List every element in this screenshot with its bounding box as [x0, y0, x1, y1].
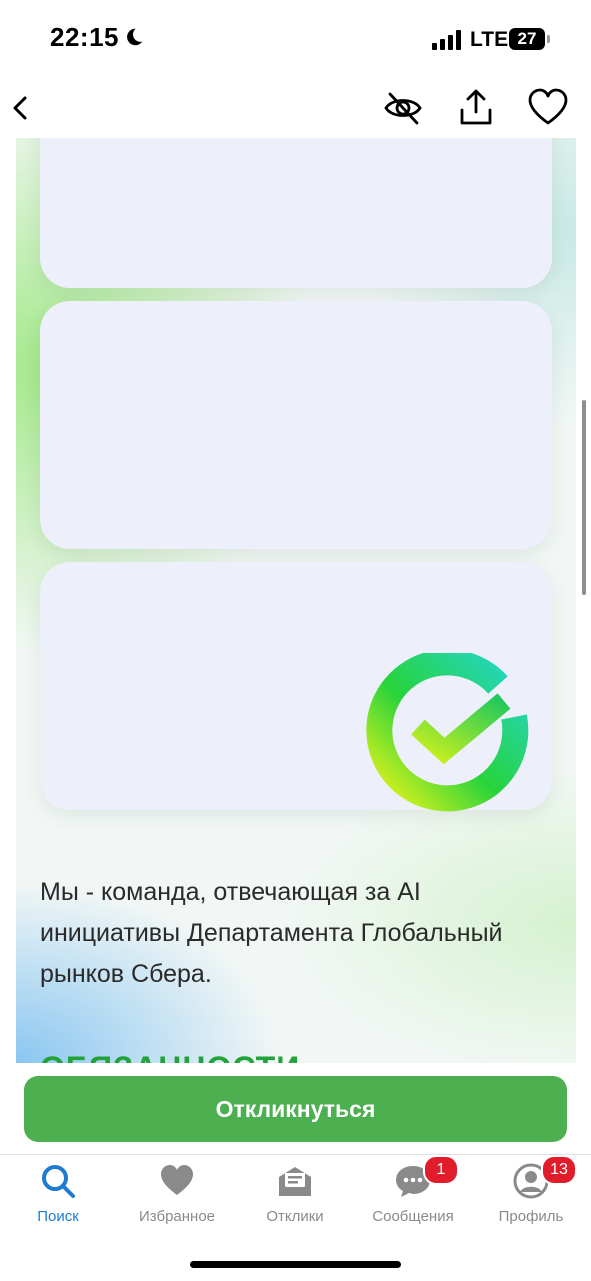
vacancy-content[interactable]: Мы - команда, отвечающая за AI инициатив… — [16, 138, 576, 1063]
network-type: LTE — [470, 28, 509, 51]
tab-label: Сообщения — [372, 1208, 454, 1225]
status-time: 22:15 — [50, 22, 119, 52]
tab-responses[interactable]: Отклики — [240, 1163, 350, 1233]
heart-icon — [161, 1165, 193, 1195]
section-heading: ОБЯЗАННОСТИ — [40, 1050, 300, 1063]
info-panel — [40, 138, 552, 288]
team-description: Мы - команда, отвечающая за AI инициатив… — [40, 878, 503, 988]
tab-search[interactable]: Поиск — [3, 1163, 113, 1233]
tab-label: Избранное — [138, 1208, 216, 1225]
messages-badge: 1 — [423, 1155, 459, 1185]
home-indicator[interactable] — [190, 1261, 401, 1268]
back-chevron-icon[interactable] — [0, 86, 44, 130]
responses-icon — [279, 1167, 311, 1196]
tab-label: Отклики — [266, 1208, 324, 1225]
status-bar: 22:15 LTE 27 — [0, 0, 591, 78]
battery-level: 27 — [517, 29, 537, 48]
battery-icon: 27 — [509, 28, 545, 50]
profile-badge: 13 — [541, 1155, 577, 1185]
moon-icon — [127, 28, 143, 46]
tab-favorites[interactable]: Избранное — [122, 1163, 232, 1233]
hide-eye-icon[interactable] — [381, 86, 425, 130]
info-panel — [40, 301, 552, 549]
search-icon — [42, 1165, 75, 1198]
tab-messages[interactable]: 1 Сообщения — [358, 1155, 468, 1233]
signal-icon — [432, 30, 461, 50]
scrollbar[interactable] — [582, 400, 586, 595]
nav-bar — [0, 78, 591, 138]
battery-cap — [547, 35, 550, 43]
heart-icon[interactable] — [526, 86, 570, 130]
tab-profile[interactable]: 13 Профиль — [476, 1155, 586, 1233]
apply-button[interactable]: Откликнуться — [24, 1076, 567, 1142]
tab-label: Профиль — [498, 1208, 564, 1225]
tab-bar: Поиск Избранное Отклики 1 Сообщения 13 П… — [0, 1154, 591, 1281]
sber-logo-icon — [366, 653, 529, 812]
share-icon[interactable] — [454, 86, 498, 130]
tab-label: Поиск — [37, 1208, 79, 1225]
